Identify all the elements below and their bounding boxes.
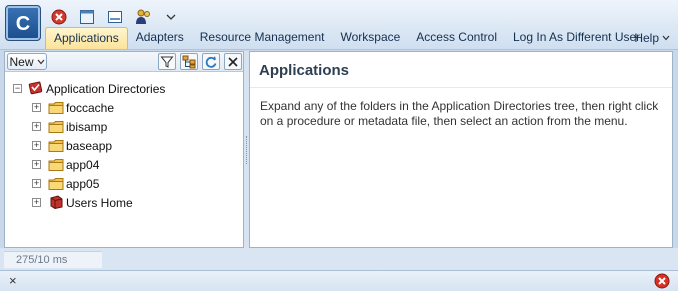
tree-root-label: Application Directories [46, 81, 166, 96]
folder-icon [48, 178, 64, 190]
filter-button[interactable] [158, 53, 176, 70]
folder-icon [48, 102, 64, 114]
expand-icon[interactable]: + [32, 160, 41, 169]
close-circle-icon[interactable] [50, 8, 68, 26]
tree-item-label: ibisamp [66, 119, 108, 134]
tree-item-label: app04 [66, 157, 100, 172]
folder-icon [48, 121, 64, 133]
new-button[interactable]: New [7, 53, 47, 70]
tree-item-foccache[interactable]: + foccache [5, 98, 243, 117]
tree-toolbar: New [5, 52, 243, 72]
tree-root[interactable]: − Application Directories [5, 79, 243, 98]
status-area: 275/10 ms [0, 248, 678, 270]
close-icon [228, 56, 238, 67]
filter-icon [160, 56, 174, 68]
expand-icon[interactable]: + [32, 103, 41, 112]
title-divider [250, 87, 672, 88]
hierarchy-icon [182, 55, 196, 68]
tree-item-label: baseapp [66, 138, 113, 153]
new-button-label: New [9, 54, 34, 69]
window-icon[interactable] [78, 8, 96, 26]
chevron-down-icon [662, 35, 670, 41]
error-icon[interactable] [654, 273, 670, 289]
tree-panel: New − Application Directories + foccache… [4, 51, 244, 248]
tree-item-label: Users Home [66, 195, 133, 210]
folder-icon [48, 140, 64, 152]
top-toolbar: C Applications Adapters Resource Managem… [0, 0, 678, 50]
page-title: Applications [259, 62, 350, 79]
application-directories-tree: − Application Directories + foccache + i… [5, 72, 243, 212]
menu-item-workspace[interactable]: Workspace [332, 27, 408, 49]
expand-icon[interactable]: + [32, 122, 41, 131]
main-menu: Applications Adapters Resource Managemen… [45, 27, 648, 49]
chevron-down-icon [37, 59, 44, 64]
console-icon[interactable] [106, 8, 124, 26]
logo-letter: C [16, 13, 30, 35]
timing-status: 275/10 ms [4, 251, 102, 268]
refresh-icon [205, 55, 217, 68]
collapse-icon[interactable]: − [13, 84, 22, 93]
tree-item-app04[interactable]: + app04 [5, 155, 243, 174]
tree-item-ibisamp[interactable]: + ibisamp [5, 117, 243, 136]
app-logo-icon: C [16, 13, 30, 35]
menu-item-adapters[interactable]: Adapters [128, 27, 192, 49]
content-panel: Applications Expand any of the folders i… [249, 51, 673, 248]
message-bar: × [0, 270, 678, 291]
users-icon[interactable] [134, 8, 152, 26]
menu-item-log-in-as-different-user[interactable]: Log In As Different User [505, 27, 648, 49]
tree-item-label: foccache [66, 100, 115, 115]
tree-item-label: app05 [66, 176, 100, 191]
folder-icon [48, 159, 64, 171]
tree-item-users-home[interactable]: + Users Home [5, 193, 243, 212]
expand-icon[interactable]: + [32, 179, 41, 188]
instructions-text: Expand any of the folders in the Applica… [260, 99, 659, 128]
tree-item-app05[interactable]: + app05 [5, 174, 243, 193]
chevron-down-icon[interactable] [162, 8, 180, 26]
tree-item-baseapp[interactable]: + baseapp [5, 136, 243, 155]
app-logo[interactable]: C [5, 5, 41, 41]
menu-item-applications[interactable]: Applications [45, 27, 128, 49]
close-panel-button[interactable] [224, 53, 242, 70]
help-menu-label: Help [634, 31, 659, 45]
refresh-button[interactable] [202, 53, 220, 70]
help-menu[interactable]: Help [634, 27, 670, 49]
expand-icon[interactable]: + [32, 141, 41, 150]
app-directories-icon [28, 81, 43, 95]
hierarchy-button[interactable] [180, 53, 198, 70]
expand-icon[interactable]: + [32, 198, 41, 207]
menu-item-resource-management[interactable]: Resource Management [192, 27, 333, 49]
close-message-icon[interactable]: × [9, 274, 17, 288]
menu-item-access-control[interactable]: Access Control [408, 27, 505, 49]
users-home-icon [50, 195, 63, 209]
